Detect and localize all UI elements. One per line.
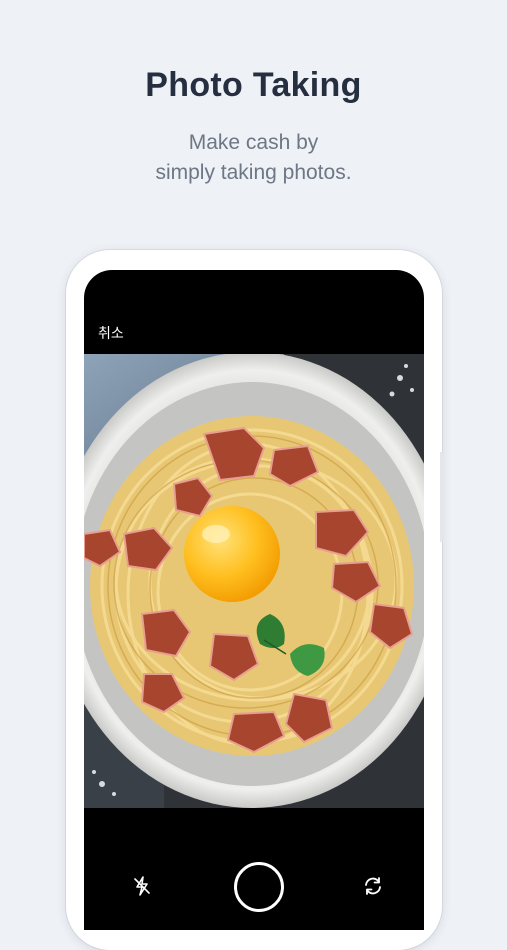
phone-side-button (440, 452, 444, 542)
camera-controls (84, 808, 424, 930)
camera-preview (84, 354, 424, 808)
hero-subtitle-line-1: Make cash by (188, 131, 319, 154)
hero-subtitle-line-2: simply taking photos. (155, 161, 352, 184)
pasta-photo (84, 354, 424, 808)
hero-subtitle: Make cash by simply taking photos. (0, 128, 507, 188)
hero-title: Photo Taking (145, 66, 362, 104)
flash-off-icon[interactable] (130, 874, 154, 898)
egg-yolk (184, 506, 280, 602)
cancel-button[interactable]: 취소 (98, 323, 124, 343)
camera-screen: 취소 (84, 270, 424, 930)
switch-camera-icon[interactable] (361, 874, 385, 898)
shutter-button[interactable] (234, 862, 284, 912)
